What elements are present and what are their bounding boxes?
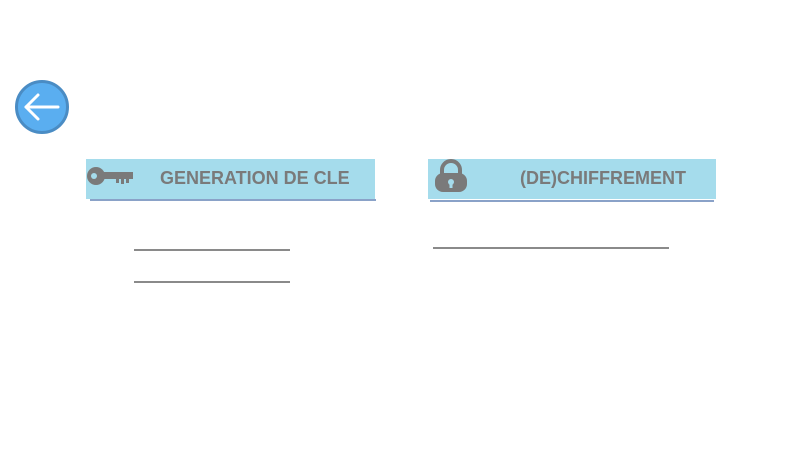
tab-label-key-generation: GENERATION DE CLE [160, 168, 350, 188]
key-field-1[interactable] [134, 249, 290, 251]
back-button[interactable] [15, 80, 69, 134]
tab-underline [430, 200, 714, 202]
tab-key-generation[interactable]: GENERATION DE CLE [86, 159, 375, 199]
tab-underline [90, 199, 376, 201]
tab-label-encryption: (DE)CHIFFREMENT [520, 168, 686, 188]
padlock-icon [432, 159, 472, 204]
tab-encryption[interactable]: (DE)CHIFFREMENT [428, 159, 716, 199]
key-field-2[interactable] [134, 281, 290, 283]
arrow-left-icon [24, 93, 60, 121]
app-screen: GENERATION DE CLE (DE)CHIFFREMENT [0, 0, 800, 450]
key-icon [86, 159, 134, 204]
message-field[interactable] [433, 247, 669, 249]
